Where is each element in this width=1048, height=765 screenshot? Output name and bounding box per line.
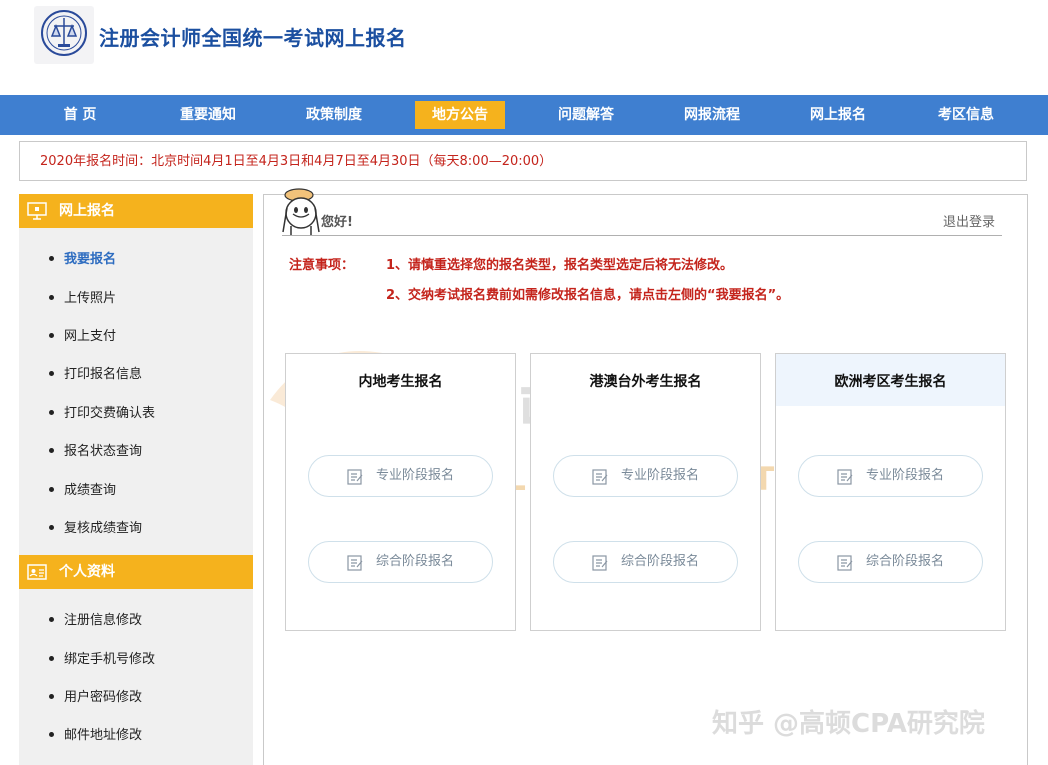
notice-text: 2020年报名时间：北京时间4月1日至4月3日和4月7日至4月30日（每天8:0… (40, 154, 553, 169)
sidebar-item-print-registration[interactable]: 打印报名信息 (49, 363, 142, 382)
registration-time-notice: 2020年报名时间：北京时间4月1日至4月3日和4月7日至4月30日（每天8:0… (19, 141, 1027, 181)
sidebar-item-edit-registration-info[interactable]: 注册信息修改 (49, 609, 142, 628)
comprehensive-stage-register-button[interactable]: 综合阶段报名 (553, 541, 738, 583)
sidebar-item-print-payment-confirmation[interactable]: 打印交费确认表 (49, 402, 155, 421)
sidebar-item-change-password[interactable]: 用户密码修改 (49, 686, 142, 705)
monitor-icon (27, 202, 47, 224)
nav-faq[interactable]: 问题解答 (546, 95, 626, 135)
comprehensive-stage-register-button[interactable]: 综合阶段报名 (308, 541, 493, 583)
main-nav: 首 页 重要通知 政策制度 地方公告 问题解答 网报流程 网上报名 考区信息 (0, 95, 1048, 135)
cicpa-logo (34, 6, 94, 64)
notes-label: 注意事项： (289, 258, 355, 273)
note-line-1: 1、请慎重选择您的报名类型，报名类型选定后将无法修改。 (386, 258, 734, 273)
sidebar-section-title: 网上报名 (59, 203, 115, 219)
registration-column-hk-macau-taiwan-foreign: 港澳台外考生报名 专业阶段报名 综合阶段报名 (530, 353, 761, 631)
sidebar-item-review-score-query[interactable]: 复核成绩查询 (49, 517, 142, 536)
nav-home[interactable]: 首 页 (40, 95, 120, 135)
sidebar-section-online-registration: 网上报名 (19, 194, 253, 228)
sidebar-section-title: 个人资料 (59, 564, 115, 580)
professional-stage-register-button[interactable]: 专业阶段报名 (553, 455, 738, 497)
sidebar-item-status-query[interactable]: 报名状态查询 (49, 440, 142, 459)
form-edit-icon (837, 555, 853, 575)
nav-local-announcements[interactable]: 地方公告 (415, 101, 505, 129)
nav-exam-area-info[interactable]: 考区信息 (926, 95, 1006, 135)
header-divider (282, 235, 1002, 236)
sidebar-item-register[interactable]: 我要报名 (49, 248, 116, 267)
sidebar-item-score-query[interactable]: 成绩查询 (49, 479, 116, 498)
site-header: 注册会计师全国统一考试网上报名 (0, 0, 1048, 95)
professional-stage-register-button[interactable]: 专业阶段报名 (308, 455, 493, 497)
sidebar-item-upload-photo[interactable]: 上传照片 (49, 287, 116, 306)
greeting-text: 您好! (321, 215, 353, 230)
site-title: 注册会计师全国统一考试网上报名 (99, 26, 407, 50)
sidebar-item-change-email[interactable]: 邮件地址修改 (49, 724, 142, 743)
form-edit-icon (347, 555, 363, 575)
column-title: 内地考生报名 (358, 374, 443, 390)
form-edit-icon (837, 469, 853, 489)
id-card-icon (27, 563, 47, 585)
nav-registration-process[interactable]: 网报流程 (672, 95, 752, 135)
mascot-icon (279, 186, 323, 242)
sidebar-item-online-payment[interactable]: 网上支付 (49, 325, 116, 344)
sidebar-section-personal-info: 个人资料 (19, 555, 253, 589)
professional-stage-register-button[interactable]: 专业阶段报名 (798, 455, 983, 497)
logout-link[interactable]: 退出登录 (943, 211, 995, 230)
form-edit-icon (592, 469, 608, 489)
sidebar-item-change-phone[interactable]: 绑定手机号修改 (49, 648, 155, 667)
comprehensive-stage-register-button[interactable]: 综合阶段报名 (798, 541, 983, 583)
nav-policies[interactable]: 政策制度 (294, 95, 374, 135)
registration-column-europe: 欧洲考区考生报名 专业阶段报名 综合阶段报名 (775, 353, 1006, 631)
registration-column-mainland: 内地考生报名 专业阶段报名 综合阶段报名 (285, 353, 516, 631)
note-line-2: 2、交纳考试报名费前如需修改报名信息，请点击左侧的“我要报名”。 (386, 288, 790, 303)
nav-online-registration[interactable]: 网上报名 (798, 95, 878, 135)
column-title: 港澳台外考生报名 (589, 374, 702, 390)
sidebar: 网上报名 我要报名 上传照片 网上支付 打印报名信息 打印交费确认表 报名状态查… (19, 194, 253, 765)
form-edit-icon (347, 469, 363, 489)
form-edit-icon (592, 555, 608, 575)
nav-important-notices[interactable]: 重要通知 (168, 95, 248, 135)
column-title: 欧洲考区考生报名 (776, 354, 1005, 406)
